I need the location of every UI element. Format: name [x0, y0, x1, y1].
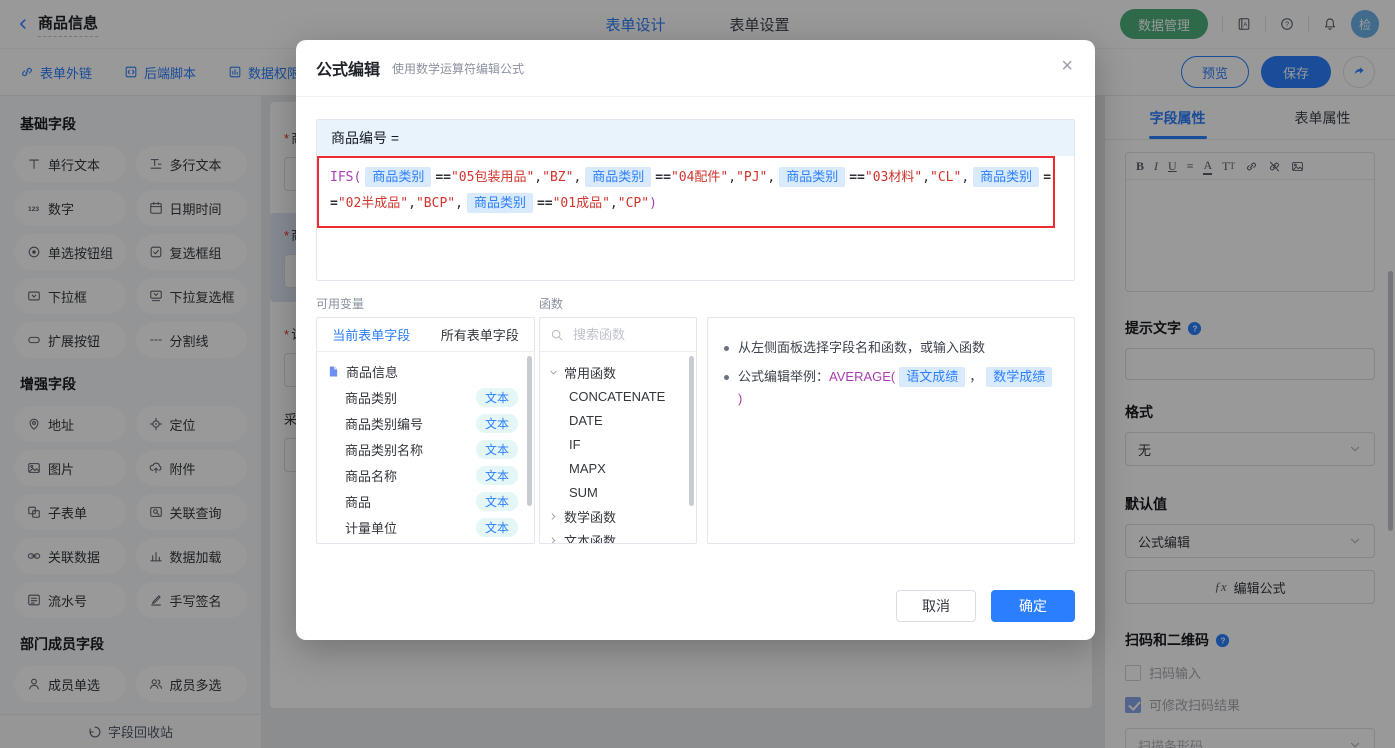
- variable-row[interactable]: 商品类别编号 文本: [327, 410, 526, 436]
- functions-panel: 常用函数 CONCATENATEDATEIFMAPXSUM 数学函数 文本函数: [539, 317, 697, 544]
- confirm-button[interactable]: 确定: [991, 590, 1075, 622]
- field-token[interactable]: 商品类别: [973, 167, 1039, 187]
- functions-scrollbar[interactable]: [689, 356, 694, 506]
- function-group[interactable]: 常用函数: [548, 360, 688, 384]
- functions-label: 函数: [539, 295, 697, 310]
- form-doc-icon: [327, 365, 340, 378]
- type-badge: 文本: [476, 414, 518, 433]
- variable-row[interactable]: 商品 文本: [327, 488, 526, 514]
- function-item[interactable]: DATE: [548, 408, 688, 432]
- example-field-token[interactable]: 语文成绩: [899, 367, 965, 387]
- function-item[interactable]: SUM: [548, 480, 688, 504]
- variables-panel: 当前表单字段 所有表单字段 商品信息 商品类别 文本 商品类别编号 文本 商品类…: [316, 317, 535, 544]
- function-item[interactable]: IF: [548, 432, 688, 456]
- type-badge: 文本: [476, 466, 518, 485]
- field-token[interactable]: 商品类别: [467, 193, 533, 213]
- modal-subtitle: 使用数学运算符编辑公式: [392, 60, 524, 77]
- tip-example: 公式编辑举例：AVERAGE(语文成绩，数学成绩): [738, 366, 1058, 410]
- field-token[interactable]: 商品类别: [585, 167, 651, 187]
- close-icon[interactable]: ×: [1061, 56, 1073, 76]
- tips-panel: 从左侧面板选择字段名和函数，或输入函数 公式编辑举例：AVERAGE(语文成绩，…: [707, 317, 1075, 544]
- tab-current-form-fields[interactable]: 当前表单字段: [317, 325, 426, 344]
- function-group[interactable]: 数学函数: [548, 504, 688, 528]
- variables-scrollbar[interactable]: [527, 356, 532, 506]
- formula-target: 商品编号 =: [317, 120, 1074, 156]
- type-badge: 文本: [476, 440, 518, 459]
- tree-root[interactable]: 商品信息: [327, 358, 526, 384]
- formula-editor-modal: 公式编辑 使用数学运算符编辑公式 × 商品编号 = IFS(商品类别=="05包…: [296, 40, 1095, 640]
- tab-all-form-fields[interactable]: 所有表单字段: [426, 325, 535, 344]
- variable-row[interactable]: 商品类别 文本: [327, 384, 526, 410]
- variable-row[interactable]: 计量单位 文本: [327, 514, 526, 540]
- type-badge: 文本: [476, 492, 518, 511]
- function-search-input[interactable]: [571, 326, 671, 343]
- chevron-right-icon: [548, 511, 559, 522]
- function-item[interactable]: CONCATENATE: [548, 384, 688, 408]
- formula-editor: 商品编号 = IFS(商品类别=="05包装用品","BZ",商品类别=="04…: [316, 119, 1075, 281]
- field-token[interactable]: 商品类别: [779, 167, 845, 187]
- search-icon: [550, 328, 564, 342]
- function-group[interactable]: 文本函数: [548, 528, 688, 544]
- variables-label: 可用变量: [316, 295, 535, 310]
- function-item[interactable]: MAPX: [548, 456, 688, 480]
- example-field-token[interactable]: 数学成绩: [986, 367, 1052, 387]
- tip-line-1: 从左侧面板选择字段名和函数，或输入函数: [738, 337, 985, 359]
- variable-row[interactable]: 商品类别名称 文本: [327, 436, 526, 462]
- field-token[interactable]: 商品类别: [365, 167, 431, 187]
- chevron-down-icon: [548, 367, 559, 378]
- type-badge: 文本: [476, 518, 518, 537]
- type-badge: 文本: [476, 388, 518, 407]
- modal-title: 公式编辑: [316, 56, 380, 80]
- formula-input[interactable]: IFS(商品类别=="05包装用品","BZ",商品类别=="04配件","PJ…: [317, 156, 1074, 280]
- variable-row[interactable]: 商品名称 文本: [327, 462, 526, 488]
- cancel-button[interactable]: 取消: [896, 590, 976, 622]
- chevron-right-icon: [548, 535, 559, 545]
